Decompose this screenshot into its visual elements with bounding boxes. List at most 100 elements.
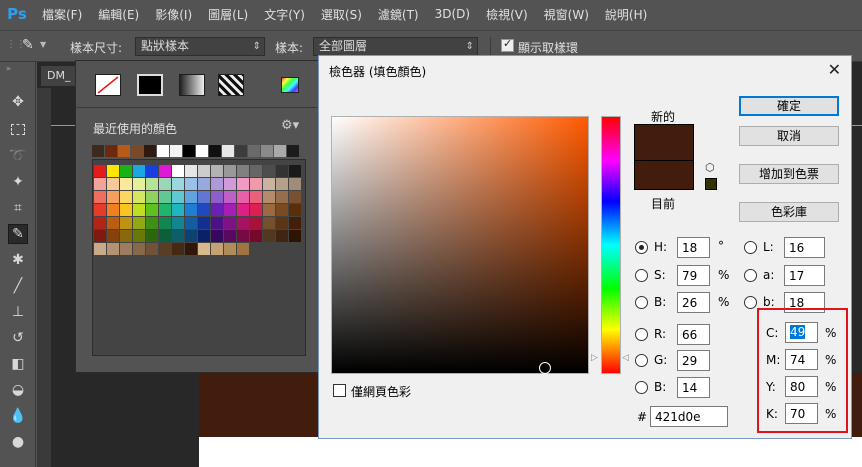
color-swatch[interactable] xyxy=(120,191,132,203)
recent-color-swatch[interactable] xyxy=(274,145,286,157)
recent-color-swatch[interactable] xyxy=(196,145,208,157)
color-swatch[interactable] xyxy=(172,217,184,229)
color-swatch[interactable] xyxy=(237,217,249,229)
recent-color-swatch[interactable] xyxy=(118,145,130,157)
color-swatch[interactable] xyxy=(120,178,132,190)
color-swatch[interactable] xyxy=(276,204,288,216)
recent-color-swatch[interactable] xyxy=(209,145,221,157)
menu-layer[interactable]: 圖層(L) xyxy=(200,6,256,23)
color-swatch[interactable] xyxy=(120,217,132,229)
color-swatch[interactable] xyxy=(263,191,275,203)
color-swatch[interactable] xyxy=(185,217,197,229)
color-libraries-button[interactable]: 色彩庫 xyxy=(739,202,839,222)
recent-color-swatch[interactable] xyxy=(170,145,182,157)
gear-icon[interactable]: ⚙▾ xyxy=(281,118,299,133)
menu-select[interactable]: 選取(S) xyxy=(313,6,370,23)
color-swatch[interactable] xyxy=(146,230,158,242)
color-swatch[interactable] xyxy=(107,243,119,255)
color-swatch[interactable] xyxy=(263,165,275,177)
color-swatch[interactable] xyxy=(120,204,132,216)
lab-l-input[interactable] xyxy=(784,237,825,258)
color-swatch[interactable] xyxy=(211,243,223,255)
menu-file[interactable]: 檔案(F) xyxy=(34,6,90,23)
recent-color-swatch[interactable] xyxy=(144,145,156,157)
color-swatch[interactable] xyxy=(237,165,249,177)
color-swatch[interactable] xyxy=(146,178,158,190)
color-swatch[interactable] xyxy=(211,178,223,190)
color-swatch[interactable] xyxy=(120,165,132,177)
lab-a-radio[interactable] xyxy=(744,269,757,282)
document-tab[interactable]: DM_ xyxy=(41,66,77,86)
recent-color-swatch[interactable] xyxy=(261,145,273,157)
recent-color-swatch[interactable] xyxy=(92,145,104,157)
color-swatch[interactable] xyxy=(250,165,262,177)
color-swatch[interactable] xyxy=(263,204,275,216)
color-swatch[interactable] xyxy=(159,243,171,255)
lasso-tool-icon[interactable]: ➰ xyxy=(8,146,28,166)
preset-dropdown-arrow-icon[interactable]: ▼ xyxy=(40,40,46,49)
saturation-radio[interactable] xyxy=(635,269,648,282)
menu-view[interactable]: 檢視(V) xyxy=(478,6,536,23)
gradient-button[interactable] xyxy=(179,74,205,96)
color-swatch[interactable] xyxy=(198,178,210,190)
color-swatch[interactable] xyxy=(198,165,210,177)
history-brush-tool-icon[interactable]: ↺ xyxy=(8,328,28,348)
color-swatch[interactable] xyxy=(120,230,132,242)
hue-radio[interactable] xyxy=(635,241,648,254)
blue-input[interactable] xyxy=(677,377,710,398)
color-swatch[interactable] xyxy=(211,217,223,229)
no-color-button[interactable] xyxy=(95,74,121,96)
color-swatch[interactable] xyxy=(133,230,145,242)
saturation-input[interactable] xyxy=(677,265,710,286)
eraser-tool-icon[interactable]: ◧ xyxy=(8,354,28,374)
cancel-button[interactable]: 取消 xyxy=(739,126,839,146)
color-swatch[interactable] xyxy=(237,178,249,190)
menu-image[interactable]: 影像(I) xyxy=(147,6,200,23)
color-swatch[interactable] xyxy=(289,191,301,203)
color-swatch[interactable] xyxy=(224,204,236,216)
menu-help[interactable]: 說明(H) xyxy=(597,6,655,23)
web-only-checkbox[interactable] xyxy=(333,384,346,397)
add-to-swatches-button[interactable]: 增加到色票 xyxy=(739,164,839,184)
hex-input[interactable] xyxy=(650,406,728,427)
color-swatch[interactable] xyxy=(172,230,184,242)
hue-slider-right-arrow-icon[interactable]: ◁ xyxy=(622,353,629,363)
red-radio[interactable] xyxy=(635,328,648,341)
collapse-icon[interactable]: » xyxy=(6,64,11,73)
color-swatch[interactable] xyxy=(146,217,158,229)
sample-size-select[interactable]: 點狀樣本 ⇕ xyxy=(135,37,265,56)
color-swatch[interactable] xyxy=(224,217,236,229)
color-swatch[interactable] xyxy=(198,204,210,216)
color-swatch[interactable] xyxy=(146,165,158,177)
show-ring-checkbox[interactable]: ✓ xyxy=(501,37,514,52)
menu-type[interactable]: 文字(Y) xyxy=(256,6,313,23)
color-swatch[interactable] xyxy=(107,230,119,242)
healing-brush-tool-icon[interactable]: ✱ xyxy=(8,250,28,270)
menu-3d[interactable]: 3D(D) xyxy=(427,7,478,21)
recent-color-swatch[interactable] xyxy=(157,145,169,157)
current-color-swatch[interactable] xyxy=(634,160,694,190)
menu-edit[interactable]: 編輯(E) xyxy=(90,6,147,23)
color-swatch[interactable] xyxy=(185,230,197,242)
lab-b-radio[interactable] xyxy=(744,296,757,309)
color-swatch[interactable] xyxy=(94,204,106,216)
color-swatch[interactable] xyxy=(107,165,119,177)
color-swatch[interactable] xyxy=(107,178,119,190)
marquee-tool-icon[interactable] xyxy=(8,119,28,139)
recent-color-swatch[interactable] xyxy=(183,145,195,157)
color-swatch[interactable] xyxy=(185,191,197,203)
color-swatch[interactable] xyxy=(94,217,106,229)
color-swatch[interactable] xyxy=(185,178,197,190)
recent-color-swatch[interactable] xyxy=(248,145,260,157)
color-swatch[interactable] xyxy=(250,204,262,216)
color-swatch[interactable] xyxy=(146,204,158,216)
stamp-tool-icon[interactable]: ⊥ xyxy=(8,302,28,322)
color-swatch[interactable] xyxy=(263,178,275,190)
green-input[interactable] xyxy=(677,350,710,371)
hue-slider[interactable] xyxy=(601,116,621,374)
color-swatch[interactable] xyxy=(172,165,184,177)
color-swatch[interactable] xyxy=(276,230,288,242)
color-swatch[interactable] xyxy=(159,204,171,216)
color-swatch[interactable] xyxy=(211,204,223,216)
pattern-button[interactable] xyxy=(218,74,244,96)
